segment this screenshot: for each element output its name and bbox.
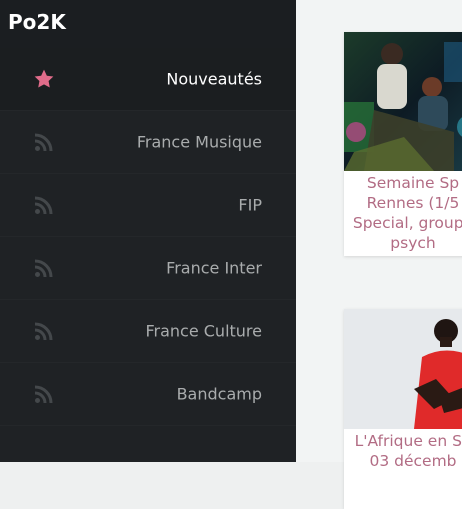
sidebar-item-label: France Musique [136,132,262,152]
rss-icon [33,383,55,405]
episode-card[interactable]: Semaine Sp Rennes (1/5 Special, groupe p… [344,32,462,256]
episode-thumbnail[interactable] [344,309,462,429]
sidebar: Po2K Nouveautés France Musique FIP Franc… [0,0,296,462]
sidebar-item-fip[interactable]: FIP [0,174,296,237]
sidebar-item-bandcamp[interactable]: Bandcamp [0,363,296,426]
sidebar-item-label: Bandcamp [176,384,262,404]
sidebar-item-label: France Inter [166,258,262,278]
app-brand[interactable]: Po2K [0,0,296,48]
rss-icon [33,320,55,342]
sidebar-item-france-musique[interactable]: France Musique [0,111,296,174]
episode-title[interactable]: Semaine Sp Rennes (1/5 Special, groupe p… [344,171,462,253]
sidebar-item-label: Nouveautés [166,69,262,89]
rss-icon [33,194,55,216]
episode-title[interactable]: L'Afrique en So 03 décemb [344,429,462,471]
sidebar-item-label: FIP [238,195,262,215]
rss-icon [33,131,55,153]
sidebar-item-france-culture[interactable]: France Culture [0,300,296,363]
rss-icon [33,257,55,279]
episode-card[interactable]: L'Afrique en So 03 décemb [344,309,462,509]
sidebar-item-nouveautes[interactable]: Nouveautés [0,48,296,111]
sidebar-item-label: France Culture [145,321,262,341]
star-icon [33,68,55,90]
sidebar-nav: Nouveautés France Musique FIP France Int… [0,48,296,426]
main-content: Semaine Sp Rennes (1/5 Special, groupe p… [296,0,462,509]
sidebar-item-france-inter[interactable]: France Inter [0,237,296,300]
episode-thumbnail[interactable] [344,32,462,171]
